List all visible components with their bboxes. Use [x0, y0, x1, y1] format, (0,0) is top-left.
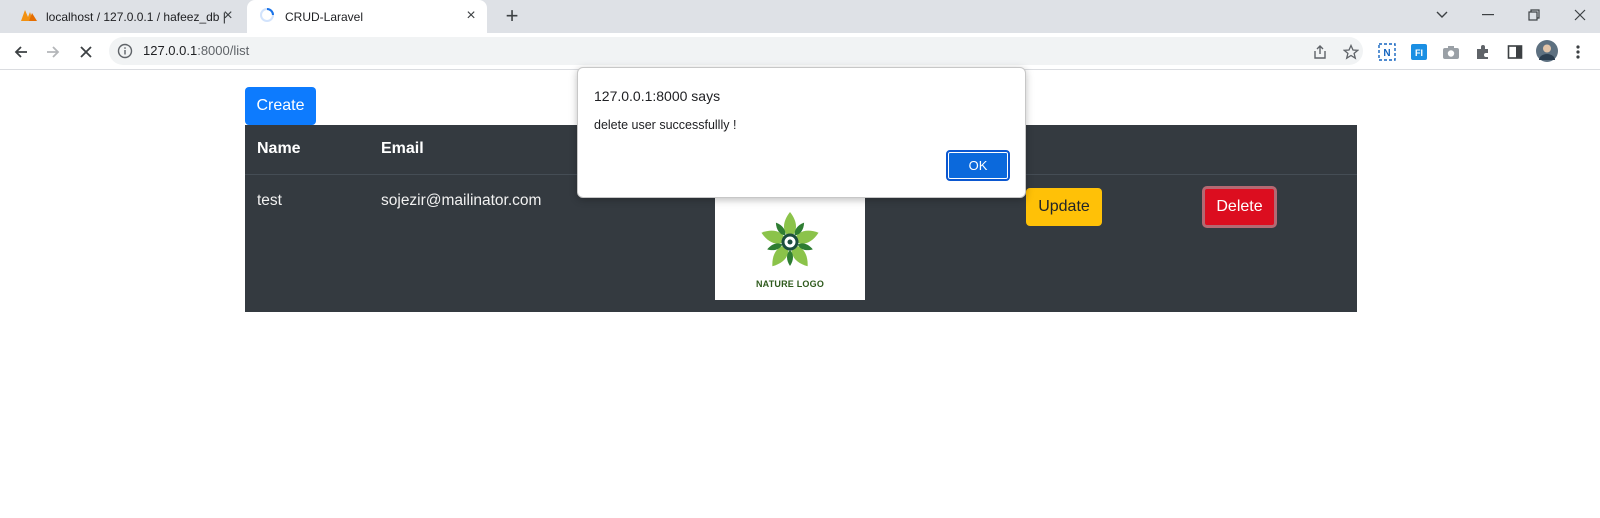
stop-loading-icon[interactable] [73, 39, 99, 65]
back-arrow-icon[interactable] [8, 39, 34, 65]
share-icon[interactable] [1310, 42, 1330, 62]
tab-strip: localhost / 127.0.0.1 / hafeez_db | × CR… [0, 0, 1600, 33]
alert-dialog: 127.0.0.1:8000 says delete user successf… [577, 67, 1026, 198]
svg-text:N: N [1383, 48, 1390, 59]
dialog-message: delete user successfullly ! [594, 118, 737, 132]
cell-name: test [257, 192, 282, 209]
update-button[interactable]: Update [1026, 188, 1102, 226]
tab-search-icon[interactable] [1420, 0, 1464, 30]
close-icon[interactable]: × [220, 8, 236, 25]
url-text: 127.0.0.1:8000/list [143, 43, 249, 58]
puzzle-icon[interactable] [1473, 42, 1493, 62]
minimize-icon[interactable] [1466, 0, 1510, 30]
create-button[interactable]: Create [245, 87, 316, 125]
n-extension-icon[interactable]: N [1377, 42, 1397, 62]
fi-extension-icon[interactable]: FI [1409, 42, 1429, 62]
profile-avatar[interactable] [1536, 40, 1558, 62]
loading-spinner-icon [259, 7, 275, 26]
tab-title: localhost / 127.0.0.1 / hafeez_db | [46, 9, 226, 24]
address-bar[interactable]: 127.0.0.1:8000/list [109, 37, 1363, 65]
menu-icon[interactable] [1568, 42, 1588, 62]
camera-icon[interactable] [1441, 42, 1461, 62]
url-path: :8000/list [197, 43, 250, 58]
close-window-icon[interactable] [1558, 0, 1600, 30]
dialog-title: 127.0.0.1:8000 says [594, 88, 721, 104]
ok-button[interactable]: OK [946, 150, 1010, 181]
user-image: NATURE LOGO [715, 195, 865, 300]
tab-crud-laravel[interactable]: CRUD-Laravel × [247, 0, 487, 33]
column-header-email: Email [381, 140, 424, 157]
phpmyadmin-icon [20, 8, 38, 25]
cell-email: sojezir@mailinator.com [381, 192, 542, 209]
tab-title: CRUD-Laravel [285, 9, 364, 24]
star-icon[interactable] [1341, 42, 1361, 62]
browser-toolbar: 127.0.0.1:8000/list N FI [0, 33, 1600, 70]
logo-caption: NATURE LOGO [755, 278, 825, 289]
column-header-name: Name [257, 140, 301, 157]
new-tab-button[interactable]: + [500, 5, 524, 29]
forward-arrow-icon[interactable] [40, 39, 66, 65]
side-panel-icon[interactable] [1505, 42, 1525, 62]
delete-button[interactable]: Delete [1202, 186, 1277, 228]
close-icon[interactable]: × [463, 8, 479, 25]
nature-logo-icon [761, 211, 819, 266]
info-icon[interactable] [117, 43, 133, 64]
svg-text:FI: FI [1415, 48, 1423, 58]
tab-phpmyadmin[interactable]: localhost / 127.0.0.1 / hafeez_db | × [12, 0, 244, 33]
restore-icon[interactable] [1512, 0, 1556, 30]
url-host: 127.0.0.1 [143, 43, 198, 58]
